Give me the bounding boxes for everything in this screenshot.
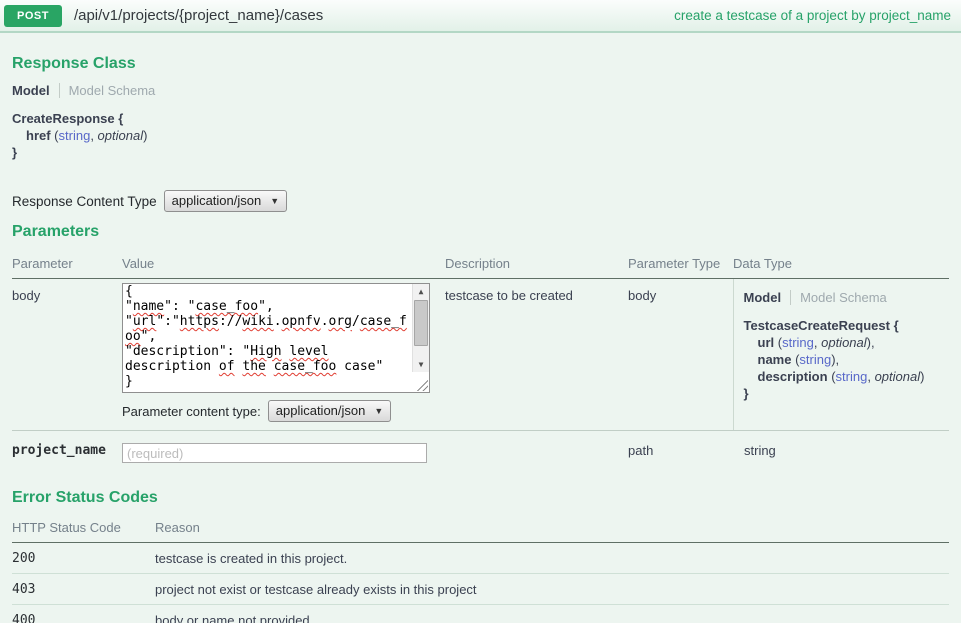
- model-close-line: }: [12, 144, 949, 161]
- textarea-scrollbar[interactable]: ▲ ▼: [412, 284, 429, 372]
- param-name: project_name: [12, 431, 122, 476]
- status-code: 200: [12, 543, 155, 574]
- chevron-down-icon: ▼: [270, 196, 279, 206]
- response-class-tabs: Model Model Schema: [12, 81, 949, 99]
- operation-header: POST /api/v1/projects/{project_name}/cas…: [0, 0, 961, 33]
- http-method-badge: POST: [4, 5, 62, 27]
- param-description: [445, 431, 628, 476]
- model-open-line: TestcaseCreateRequest {: [744, 317, 950, 334]
- col-data-type: Data Type: [733, 250, 949, 279]
- chevron-down-icon: ▼: [374, 406, 383, 416]
- response-model-signature: CreateResponse { href (string, optional)…: [12, 110, 949, 161]
- param-name: body: [12, 279, 122, 431]
- error-codes-heading: Error Status Codes: [12, 487, 949, 509]
- model-property: href (string, optional): [12, 127, 949, 144]
- status-reason: testcase is created in this project.: [155, 543, 949, 574]
- response-content-type-label: Response Content Type: [12, 194, 157, 209]
- model-property: description (string, optional): [744, 368, 950, 385]
- error-codes-header-row: HTTP Status Code Reason: [12, 515, 949, 543]
- endpoint-path-link[interactable]: /api/v1/projects/{project_name}/cases: [74, 7, 674, 24]
- col-http-status-code: HTTP Status Code: [12, 515, 155, 543]
- col-value: Value: [122, 250, 445, 279]
- param-description: testcase to be created: [445, 279, 628, 431]
- model-close-line: }: [744, 385, 950, 402]
- param-data-type: string: [733, 431, 949, 476]
- error-row: 200 testcase is created in this project.: [12, 543, 949, 574]
- tab-divider: [790, 290, 791, 305]
- tab-model-schema[interactable]: Model Schema: [800, 290, 887, 305]
- error-row: 400 body or name not provided: [12, 605, 949, 623]
- col-parameter-type: Parameter Type: [628, 250, 733, 279]
- param-data-type: Model Model Schema TestcaseCreateRequest…: [733, 279, 949, 431]
- scrollbar-thumb[interactable]: [414, 300, 428, 346]
- parameter-content-type-label: Parameter content type:: [122, 404, 261, 419]
- param-row-project-name: project_name path string: [12, 431, 949, 476]
- model-property: name (string),: [744, 351, 950, 368]
- parameters-header-row: Parameter Value Description Parameter Ty…: [12, 250, 949, 279]
- error-row: 403 project not exist or testcase alread…: [12, 574, 949, 605]
- status-code: 400: [12, 605, 155, 623]
- scroll-up-icon[interactable]: ▲: [413, 284, 429, 299]
- model-open-line: CreateResponse {: [12, 110, 949, 127]
- tab-model-schema[interactable]: Model Schema: [69, 83, 156, 98]
- model-property: url (string, optional),: [744, 334, 950, 351]
- status-reason: body or name not provided: [155, 605, 949, 623]
- body-model-signature: TestcaseCreateRequest { url (string, opt…: [744, 317, 950, 402]
- body-textarea-content: {"name": "case_foo","url":"https://wiki.…: [123, 284, 411, 389]
- scroll-down-icon[interactable]: ▼: [413, 357, 429, 372]
- error-codes-table: HTTP Status Code Reason 200 testcase is …: [12, 515, 949, 623]
- status-reason: project not exist or testcase already ex…: [155, 574, 949, 605]
- parameters-heading: Parameters: [12, 221, 949, 243]
- response-content-type-select[interactable]: application/json ▼: [164, 190, 288, 212]
- resize-grip-icon[interactable]: [416, 379, 428, 391]
- status-code: 403: [12, 574, 155, 605]
- body-data-type-tabs: Model Model Schema: [744, 288, 950, 306]
- col-parameter: Parameter: [12, 250, 122, 279]
- parameters-table: Parameter Value Description Parameter Ty…: [12, 250, 949, 475]
- project-name-input[interactable]: [122, 443, 427, 463]
- tab-model[interactable]: Model: [744, 290, 782, 305]
- tab-divider: [59, 83, 60, 98]
- body-value-textarea[interactable]: {"name": "case_foo","url":"https://wiki.…: [122, 283, 430, 393]
- response-class-heading: Response Class: [12, 53, 949, 75]
- param-type: path: [628, 431, 733, 476]
- param-type: body: [628, 279, 733, 431]
- tab-model[interactable]: Model: [12, 83, 50, 98]
- parameter-content-type-select[interactable]: application/json ▼: [268, 400, 392, 422]
- param-row-body: body {"name": "case_foo","url":"https://…: [12, 279, 949, 431]
- col-reason: Reason: [155, 515, 949, 543]
- operation-summary-link[interactable]: create a testcase of a project by projec…: [674, 8, 951, 23]
- operation-content: Response Class Model Model Schema Create…: [0, 53, 961, 623]
- col-description: Description: [445, 250, 628, 279]
